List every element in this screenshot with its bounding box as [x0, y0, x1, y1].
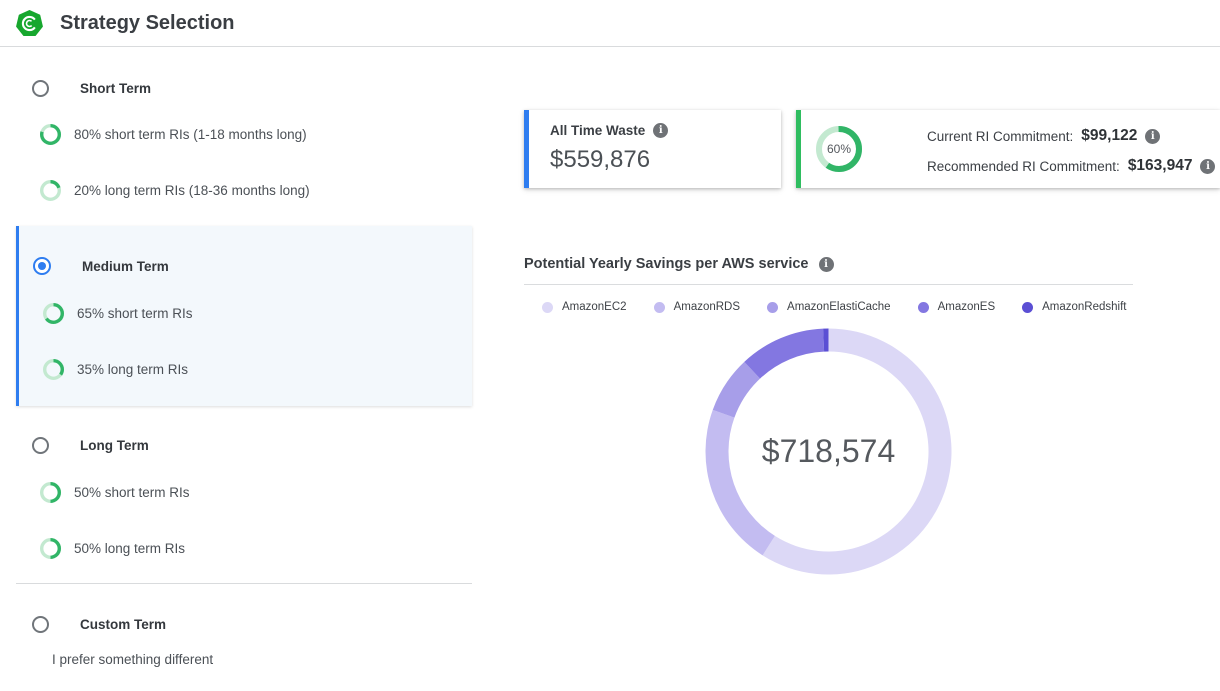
- option-label: Long Term: [80, 438, 149, 453]
- option-short-term[interactable]: Short Term: [32, 79, 151, 97]
- progress-ring-50-long: [40, 538, 61, 559]
- divider: [524, 284, 1133, 285]
- savings-panel-title: Potential Yearly Savings per AWS service: [524, 256, 809, 272]
- chart-legend: AmazonEC2 AmazonRDS AmazonElastiCache Am…: [542, 301, 1127, 313]
- radio-medium-term-selected[interactable]: [33, 257, 51, 275]
- legend-dot: [654, 302, 665, 313]
- option-long-term[interactable]: Long Term: [32, 436, 149, 454]
- all-time-waste-value: $559,876: [550, 146, 650, 174]
- app-header: Strategy Selection: [0, 0, 1220, 47]
- legend-dot: [918, 302, 929, 313]
- progress-ring-35: [43, 359, 64, 380]
- legend-item-amazonrds[interactable]: AmazonRDS: [654, 301, 740, 313]
- legend-item-amazonec2[interactable]: AmazonEC2: [542, 301, 627, 313]
- option-custom-term[interactable]: Custom Term: [32, 615, 166, 633]
- sub-option: 65% short term RIs: [43, 302, 193, 324]
- sub-option-label: 35% long term RIs: [77, 362, 188, 377]
- cloudability-logo: [16, 10, 43, 37]
- info-icon[interactable]: i: [819, 257, 834, 272]
- sub-option: 50% long term RIs: [40, 537, 185, 559]
- option-label: Short Term: [80, 81, 151, 96]
- current-commitment-row: Current RI Commitment: $99,122 i: [927, 127, 1160, 145]
- info-icon[interactable]: i: [653, 123, 668, 138]
- sub-option: 50% short term RIs: [40, 481, 190, 503]
- legend-item-amazonelasticache[interactable]: AmazonElastiCache: [767, 301, 891, 313]
- recommended-commitment-row: Recommended RI Commitment: $163,947 i: [927, 157, 1215, 175]
- option-label: Medium Term: [82, 259, 169, 274]
- legend-label: AmazonElastiCache: [787, 301, 891, 313]
- savings-panel-header: Potential Yearly Savings per AWS service…: [524, 256, 834, 272]
- legend-item-amazones[interactable]: AmazonES: [918, 301, 996, 313]
- divider: [16, 583, 472, 584]
- custom-term-description: I prefer something different: [52, 652, 213, 667]
- gauge-label: 60%: [816, 126, 862, 172]
- radio-long-term[interactable]: [32, 437, 49, 454]
- progress-ring-80: [40, 124, 61, 145]
- sub-option-label: 65% short term RIs: [77, 306, 193, 321]
- legend-item-amazonredshift[interactable]: AmazonRedshift: [1022, 301, 1126, 313]
- option-medium-term[interactable]: Medium Term: [33, 257, 169, 275]
- info-icon[interactable]: i: [1145, 129, 1160, 144]
- donut-center-total: $718,574: [703, 326, 954, 577]
- progress-ring-65: [43, 303, 64, 324]
- recommended-commitment-label: Recommended RI Commitment:: [927, 159, 1120, 174]
- radio-short-term[interactable]: [32, 80, 49, 97]
- current-commitment-value: $99,122: [1081, 127, 1137, 145]
- sub-option: 35% long term RIs: [43, 358, 188, 380]
- ri-commitment-card: 60% Current RI Commitment: $99,122 i Rec…: [796, 110, 1220, 188]
- sub-option-label: 50% long term RIs: [74, 541, 185, 556]
- legend-dot: [767, 302, 778, 313]
- sub-option: 20% long term RIs (18-36 months long): [40, 179, 310, 201]
- commitment-gauge: 60%: [816, 126, 862, 172]
- progress-ring-20: [40, 180, 61, 201]
- legend-label: AmazonRDS: [674, 301, 740, 313]
- recommended-commitment-value: $163,947: [1128, 157, 1193, 175]
- legend-label: AmazonES: [938, 301, 996, 313]
- current-commitment-label: Current RI Commitment:: [927, 129, 1073, 144]
- info-icon[interactable]: i: [1200, 159, 1215, 174]
- sub-option-label: 80% short term RIs (1-18 months long): [74, 127, 307, 142]
- legend-dot: [542, 302, 553, 313]
- legend-dot: [1022, 302, 1033, 313]
- sub-option: 80% short term RIs (1-18 months long): [40, 123, 307, 145]
- card-title: All Time Waste: [550, 123, 645, 138]
- savings-donut-chart[interactable]: $718,574: [703, 326, 954, 577]
- sub-option-label: 20% long term RIs (18-36 months long): [74, 183, 310, 198]
- radio-custom-term[interactable]: [32, 616, 49, 633]
- sub-option-label: 50% short term RIs: [74, 485, 190, 500]
- all-time-waste-card: All Time Waste i $559,876: [524, 110, 781, 188]
- progress-ring-50-short: [40, 482, 61, 503]
- option-label: Custom Term: [80, 617, 166, 632]
- legend-label: AmazonEC2: [562, 301, 627, 313]
- legend-label: AmazonRedshift: [1042, 301, 1126, 313]
- page-title: Strategy Selection: [60, 0, 235, 46]
